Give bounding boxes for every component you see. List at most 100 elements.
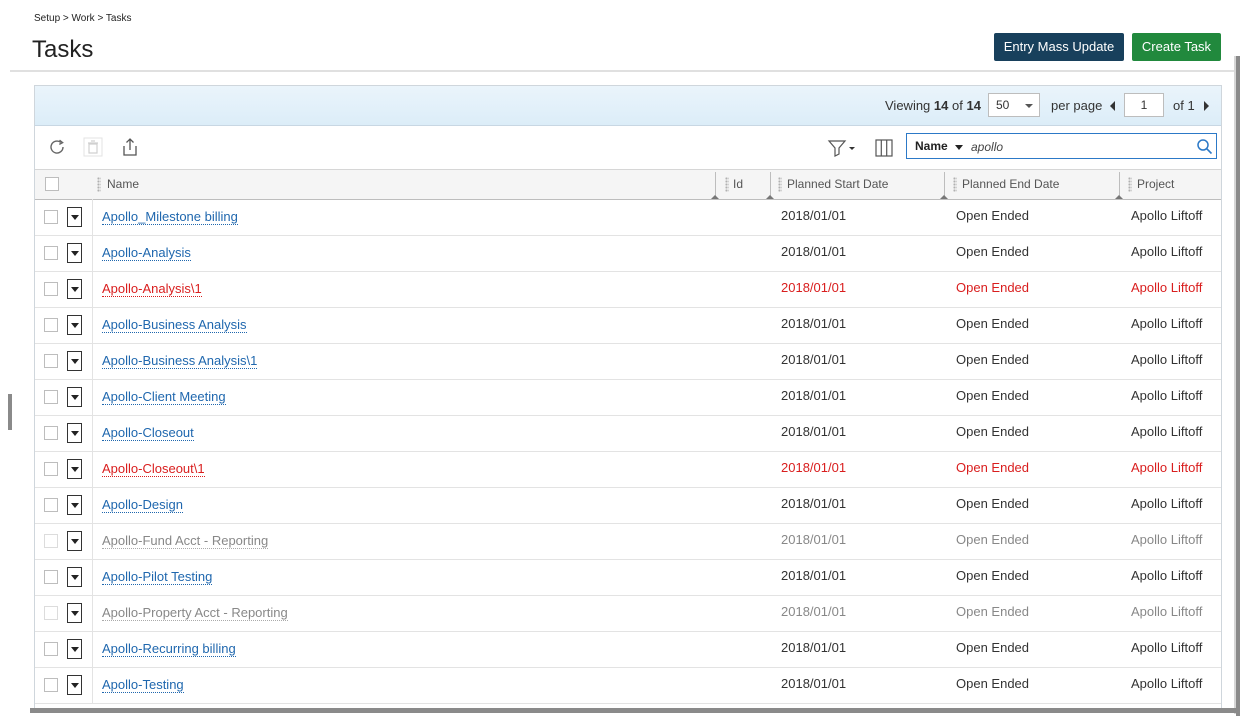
row-actions-menu[interactable] bbox=[67, 675, 82, 695]
table-row[interactable]: Apollo-Analysis 2018/01/01 Open Ended Apoll… bbox=[35, 235, 1221, 272]
row-checkbox[interactable] bbox=[44, 318, 58, 332]
row-actions-menu[interactable] bbox=[67, 459, 82, 479]
table-row[interactable]: Apollo-Testing 2018/01/01 Open Ended Apollo… bbox=[35, 667, 1221, 704]
row-actions-menu[interactable] bbox=[67, 243, 82, 263]
task-name-cell[interactable]: Apollo-Closeout bbox=[102, 416, 194, 450]
export-icon[interactable] bbox=[119, 136, 141, 158]
table-row[interactable]: Apollo-Closeout 2018/01/01 Open Ended Apoll… bbox=[35, 415, 1221, 452]
refresh-icon[interactable] bbox=[46, 136, 68, 158]
chevron-down-icon bbox=[71, 539, 79, 544]
task-name-link[interactable]: Apollo-Analysis bbox=[102, 245, 191, 261]
table-row[interactable]: Apollo-Design 2018/01/01 Open Ended Apollo … bbox=[35, 487, 1221, 524]
trash-icon[interactable] bbox=[82, 136, 104, 158]
column-header-planned-end[interactable]: Planned End Date bbox=[949, 170, 1120, 199]
table-row[interactable]: Apollo-Pilot Testing 2018/01/01 Open Ended… bbox=[35, 559, 1221, 596]
task-name-link[interactable]: Apollo-Business Analysis bbox=[102, 317, 247, 333]
table-row[interactable]: Apollo_Milestone billing 2018/01/01 Open E… bbox=[35, 199, 1221, 236]
row-actions-menu[interactable] bbox=[67, 495, 82, 515]
row-actions-menu[interactable] bbox=[67, 279, 82, 299]
row-actions-menu[interactable] bbox=[67, 351, 82, 371]
task-name-link[interactable]: Apollo_Milestone billing bbox=[102, 209, 238, 225]
task-name-cell[interactable]: Apollo-Analysis bbox=[102, 236, 191, 270]
task-name-link[interactable]: Apollo-Fund Acct - Reporting bbox=[102, 533, 269, 549]
previous-page-icon[interactable] bbox=[1110, 101, 1115, 111]
column-header-name[interactable]: Name bbox=[93, 170, 716, 199]
horizontal-scrollbar[interactable] bbox=[30, 708, 1240, 713]
breadcrumb[interactable]: Setup > Work > Tasks bbox=[34, 13, 131, 24]
task-name-cell[interactable]: Apollo-Pilot Testing bbox=[102, 560, 213, 594]
vertical-scrollbar[interactable] bbox=[1236, 56, 1240, 716]
row-checkbox[interactable] bbox=[44, 282, 58, 296]
table-row[interactable]: Apollo-Property Acct - Reporting 2018/01/… bbox=[35, 595, 1221, 632]
row-checkbox[interactable] bbox=[44, 210, 58, 224]
task-name-cell[interactable]: Apollo-Testing bbox=[102, 668, 184, 702]
row-actions-menu[interactable] bbox=[67, 603, 82, 623]
table-row[interactable]: Apollo-Analysis\1 2018/01/01 Open Ended Apo… bbox=[35, 271, 1221, 308]
row-actions-menu[interactable] bbox=[67, 315, 82, 335]
search-field-select[interactable]: Name bbox=[915, 139, 948, 153]
row-checkbox[interactable] bbox=[44, 678, 58, 692]
column-header-planned-start[interactable]: Planned Start Date bbox=[774, 170, 944, 199]
task-name-cell[interactable]: Apollo-Recurring billing bbox=[102, 632, 236, 666]
search-icon[interactable] bbox=[1196, 138, 1213, 155]
task-name-cell[interactable]: Apollo-Analysis\1 bbox=[102, 272, 202, 306]
row-actions-menu[interactable] bbox=[67, 531, 82, 551]
task-name-link[interactable]: Apollo-Analysis\1 bbox=[102, 281, 202, 297]
task-name-link[interactable]: Apollo-Testing bbox=[102, 677, 184, 693]
row-actions-menu[interactable] bbox=[67, 387, 82, 407]
table-row[interactable]: Apollo-Business Analysis 2018/01/01 Open E… bbox=[35, 307, 1221, 344]
table-row[interactable]: Apollo-Recurring billing 2018/01/01 Open E… bbox=[35, 631, 1221, 668]
row-checkbox[interactable] bbox=[44, 534, 58, 548]
sidebar-resize-handle[interactable] bbox=[8, 394, 12, 430]
task-name-link[interactable]: Apollo-Closeout\1 bbox=[102, 461, 205, 477]
task-name-link[interactable]: Apollo-Pilot Testing bbox=[102, 569, 213, 585]
chevron-down-icon[interactable] bbox=[955, 145, 963, 150]
row-actions-menu[interactable] bbox=[67, 639, 82, 659]
task-name-link[interactable]: Apollo-Recurring billing bbox=[102, 641, 236, 657]
task-name-link[interactable]: Apollo-Business Analysis\1 bbox=[102, 353, 258, 369]
filter-icon[interactable] bbox=[827, 138, 857, 158]
per-page-select[interactable]: 50 bbox=[988, 93, 1040, 117]
table-row[interactable]: Apollo-Fund Acct - Reporting 2018/01/01 Op… bbox=[35, 523, 1221, 560]
row-checkbox[interactable] bbox=[44, 246, 58, 260]
task-name-cell[interactable]: Apollo-Property Acct - Reporting bbox=[102, 596, 288, 630]
column-header-project[interactable]: Project bbox=[1124, 170, 1220, 199]
task-name-cell[interactable]: Apollo-Client Meeting bbox=[102, 380, 226, 414]
create-task-button[interactable]: Create Task bbox=[1132, 33, 1221, 61]
task-name-link[interactable]: Apollo-Property Acct - Reporting bbox=[102, 605, 288, 621]
task-name-cell[interactable]: Apollo_Milestone billing bbox=[102, 200, 238, 234]
task-name-cell[interactable]: Apollo-Fund Acct - Reporting bbox=[102, 524, 269, 558]
columns-icon[interactable] bbox=[875, 139, 893, 157]
task-name-cell[interactable]: Apollo-Business Analysis\1 bbox=[102, 344, 258, 378]
row-checkbox[interactable] bbox=[44, 390, 58, 404]
task-name-link[interactable]: Apollo-Design bbox=[102, 497, 183, 513]
planned-end-cell: Open Ended bbox=[956, 460, 1030, 475]
search-input[interactable]: apollo bbox=[971, 140, 1003, 154]
row-actions-menu[interactable] bbox=[67, 207, 82, 227]
row-checkbox[interactable] bbox=[44, 606, 58, 620]
row-checkbox[interactable] bbox=[44, 570, 58, 584]
project-cell: Apollo Liftoff bbox=[1131, 316, 1203, 331]
row-checkbox[interactable] bbox=[44, 462, 58, 476]
row-checkbox[interactable] bbox=[44, 426, 58, 440]
page-number-input[interactable]: 1 bbox=[1124, 93, 1164, 117]
entry-mass-update-button[interactable]: Entry Mass Update bbox=[994, 33, 1124, 61]
task-name-cell[interactable]: Apollo-Business Analysis bbox=[102, 308, 247, 342]
next-page-icon[interactable] bbox=[1204, 101, 1209, 111]
task-name-cell[interactable]: Apollo-Design bbox=[102, 488, 183, 522]
table-row[interactable]: Apollo-Business Analysis\1 2018/01/01 Open… bbox=[35, 343, 1221, 380]
row-actions-menu[interactable] bbox=[67, 567, 82, 587]
chevron-down-icon bbox=[1025, 104, 1033, 108]
table-row[interactable]: Apollo-Closeout\1 2018/01/01 Open Ended Apo… bbox=[35, 451, 1221, 488]
row-actions-menu[interactable] bbox=[67, 423, 82, 443]
task-name-link[interactable]: Apollo-Client Meeting bbox=[102, 389, 226, 405]
search-box[interactable]: Name apollo bbox=[906, 133, 1217, 159]
task-name-cell[interactable]: Apollo-Closeout\1 bbox=[102, 452, 205, 486]
select-all-checkbox[interactable] bbox=[45, 177, 59, 191]
column-header-id[interactable]: Id bbox=[721, 170, 770, 199]
row-checkbox[interactable] bbox=[44, 498, 58, 512]
table-row[interactable]: Apollo-Client Meeting 2018/01/01 Open Ende… bbox=[35, 379, 1221, 416]
row-checkbox[interactable] bbox=[44, 354, 58, 368]
task-name-link[interactable]: Apollo-Closeout bbox=[102, 425, 194, 441]
row-checkbox[interactable] bbox=[44, 642, 58, 656]
